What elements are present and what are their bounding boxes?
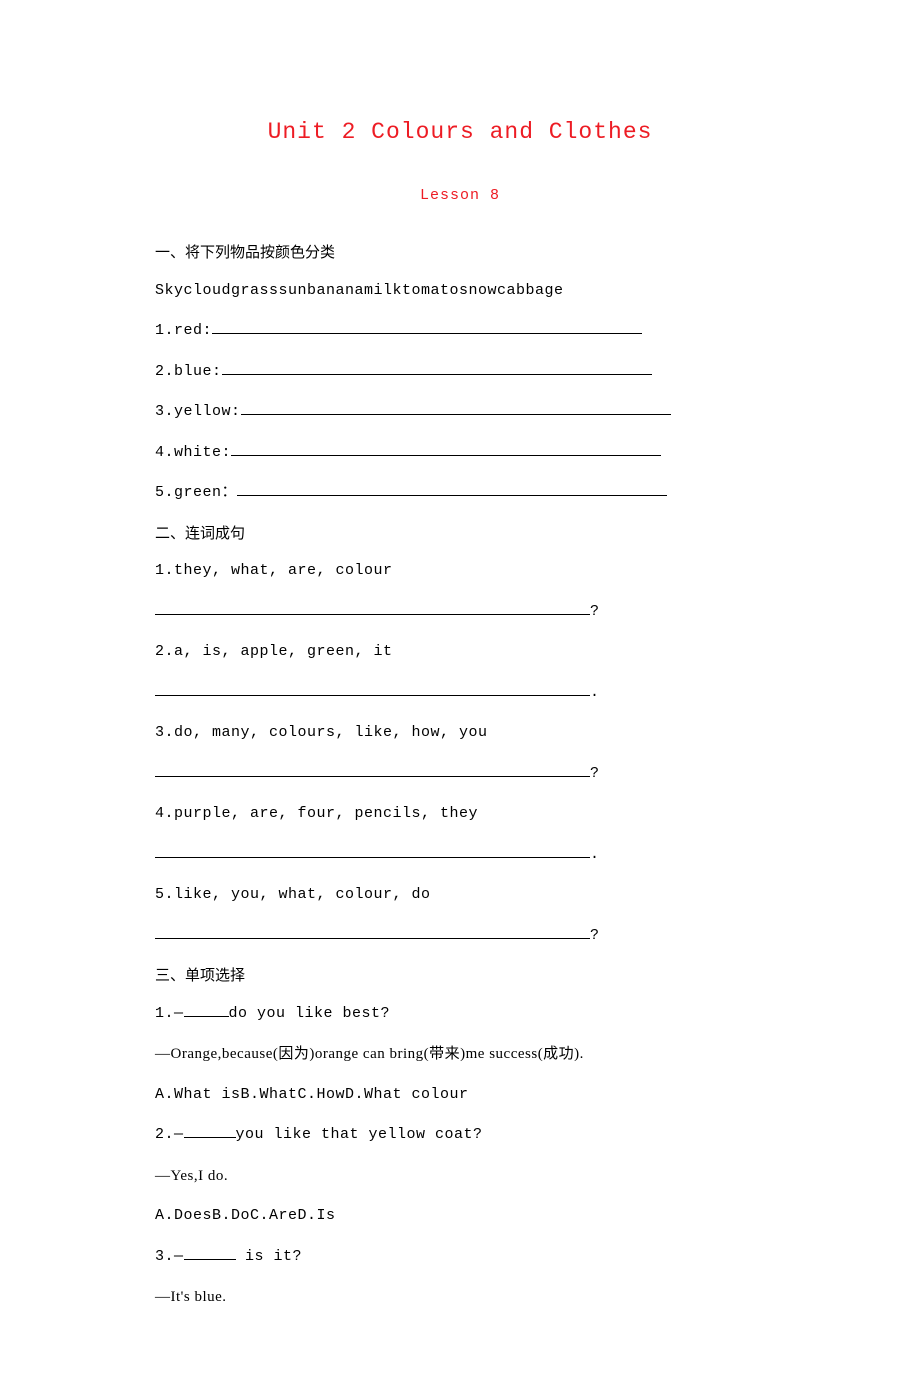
s1-item-2: 2.blue: <box>155 361 765 384</box>
q-post: do you like best? <box>229 1005 391 1022</box>
blank-short[interactable] <box>184 1124 236 1138</box>
ending-punct: ? <box>590 765 600 782</box>
s1-item-5: 5.green： <box>155 482 765 505</box>
s3-q1-prompt: 1.— do you like best? <box>155 1003 765 1026</box>
s1-item-3-prefix: 3.yellow: <box>155 403 241 420</box>
s3-q1-answer: —Orange,because(因为)orange can bring(带来)m… <box>155 1043 765 1066</box>
blank-line[interactable] <box>155 763 590 777</box>
blank-line[interactable] <box>155 682 590 696</box>
unit-title: Unit 2 Colours and Clothes <box>155 115 765 150</box>
q-prefix: 1.— <box>155 1005 184 1022</box>
s1-item-3: 3.yellow: <box>155 401 765 424</box>
section-2-heading: 二、连词成句 <box>155 523 765 546</box>
blank-short[interactable] <box>184 1003 229 1017</box>
s1-item-1-prefix: 1.red: <box>155 322 212 339</box>
s2-q1-words: 1.they, what, are, colour <box>155 560 765 583</box>
s1-item-1: 1.red: <box>155 320 765 343</box>
s3-q1-options: A.What isB.WhatC.HowD.What colour <box>155 1084 765 1107</box>
q-post: you like that yellow coat? <box>236 1126 483 1143</box>
lesson-subtitle: Lesson 8 <box>155 185 765 208</box>
ending-punct: ? <box>590 603 600 620</box>
s1-item-5-prefix: 5.green： <box>155 484 237 501</box>
s3-q2-options: A.DoesB.DoC.AreD.Is <box>155 1205 765 1228</box>
s2-q1-answer: ? <box>155 601 765 624</box>
section-3-heading: 三、单项选择 <box>155 965 765 988</box>
ending-punct: . <box>590 684 600 701</box>
s2-q3-words: 3.do, many, colours, like, how, you <box>155 722 765 745</box>
section-1-heading: 一、将下列物品按颜色分类 <box>155 242 765 265</box>
s1-item-2-prefix: 2.blue: <box>155 363 222 380</box>
blank-line[interactable] <box>237 482 667 496</box>
ending-punct: ? <box>590 927 600 944</box>
blank-line[interactable] <box>155 925 590 939</box>
ending-punct: . <box>590 846 600 863</box>
blank-line[interactable] <box>212 320 642 334</box>
s1-item-4: 4.white: <box>155 442 765 465</box>
q-post: is it? <box>236 1248 303 1265</box>
s2-q5-words: 5.like, you, what, colour, do <box>155 884 765 907</box>
s3-q2-prompt: 2.— you like that yellow coat? <box>155 1124 765 1147</box>
blank-line[interactable] <box>155 844 590 858</box>
s2-q2-answer: . <box>155 682 765 705</box>
s2-q5-answer: ? <box>155 925 765 948</box>
s3-q3-answer: —It's blue. <box>155 1286 765 1309</box>
s3-q3-prompt: 3.— is it? <box>155 1246 765 1269</box>
s2-q3-answer: ? <box>155 763 765 786</box>
blank-short[interactable] <box>184 1246 236 1260</box>
blank-line[interactable] <box>231 442 661 456</box>
s1-item-4-prefix: 4.white: <box>155 444 231 461</box>
blank-line[interactable] <box>155 601 590 615</box>
blank-line[interactable] <box>241 401 671 415</box>
s2-q2-words: 2.a, is, apple, green, it <box>155 641 765 664</box>
s2-q4-words: 4.purple, are, four, pencils, they <box>155 803 765 826</box>
q-prefix: 2.— <box>155 1126 184 1143</box>
blank-line[interactable] <box>222 361 652 375</box>
s2-q4-answer: . <box>155 844 765 867</box>
s3-q2-answer: —Yes,I do. <box>155 1165 765 1188</box>
q-prefix: 3.— <box>155 1248 184 1265</box>
word-list: Skycloudgrasssunbananamilktomatosnowcabb… <box>155 280 765 303</box>
